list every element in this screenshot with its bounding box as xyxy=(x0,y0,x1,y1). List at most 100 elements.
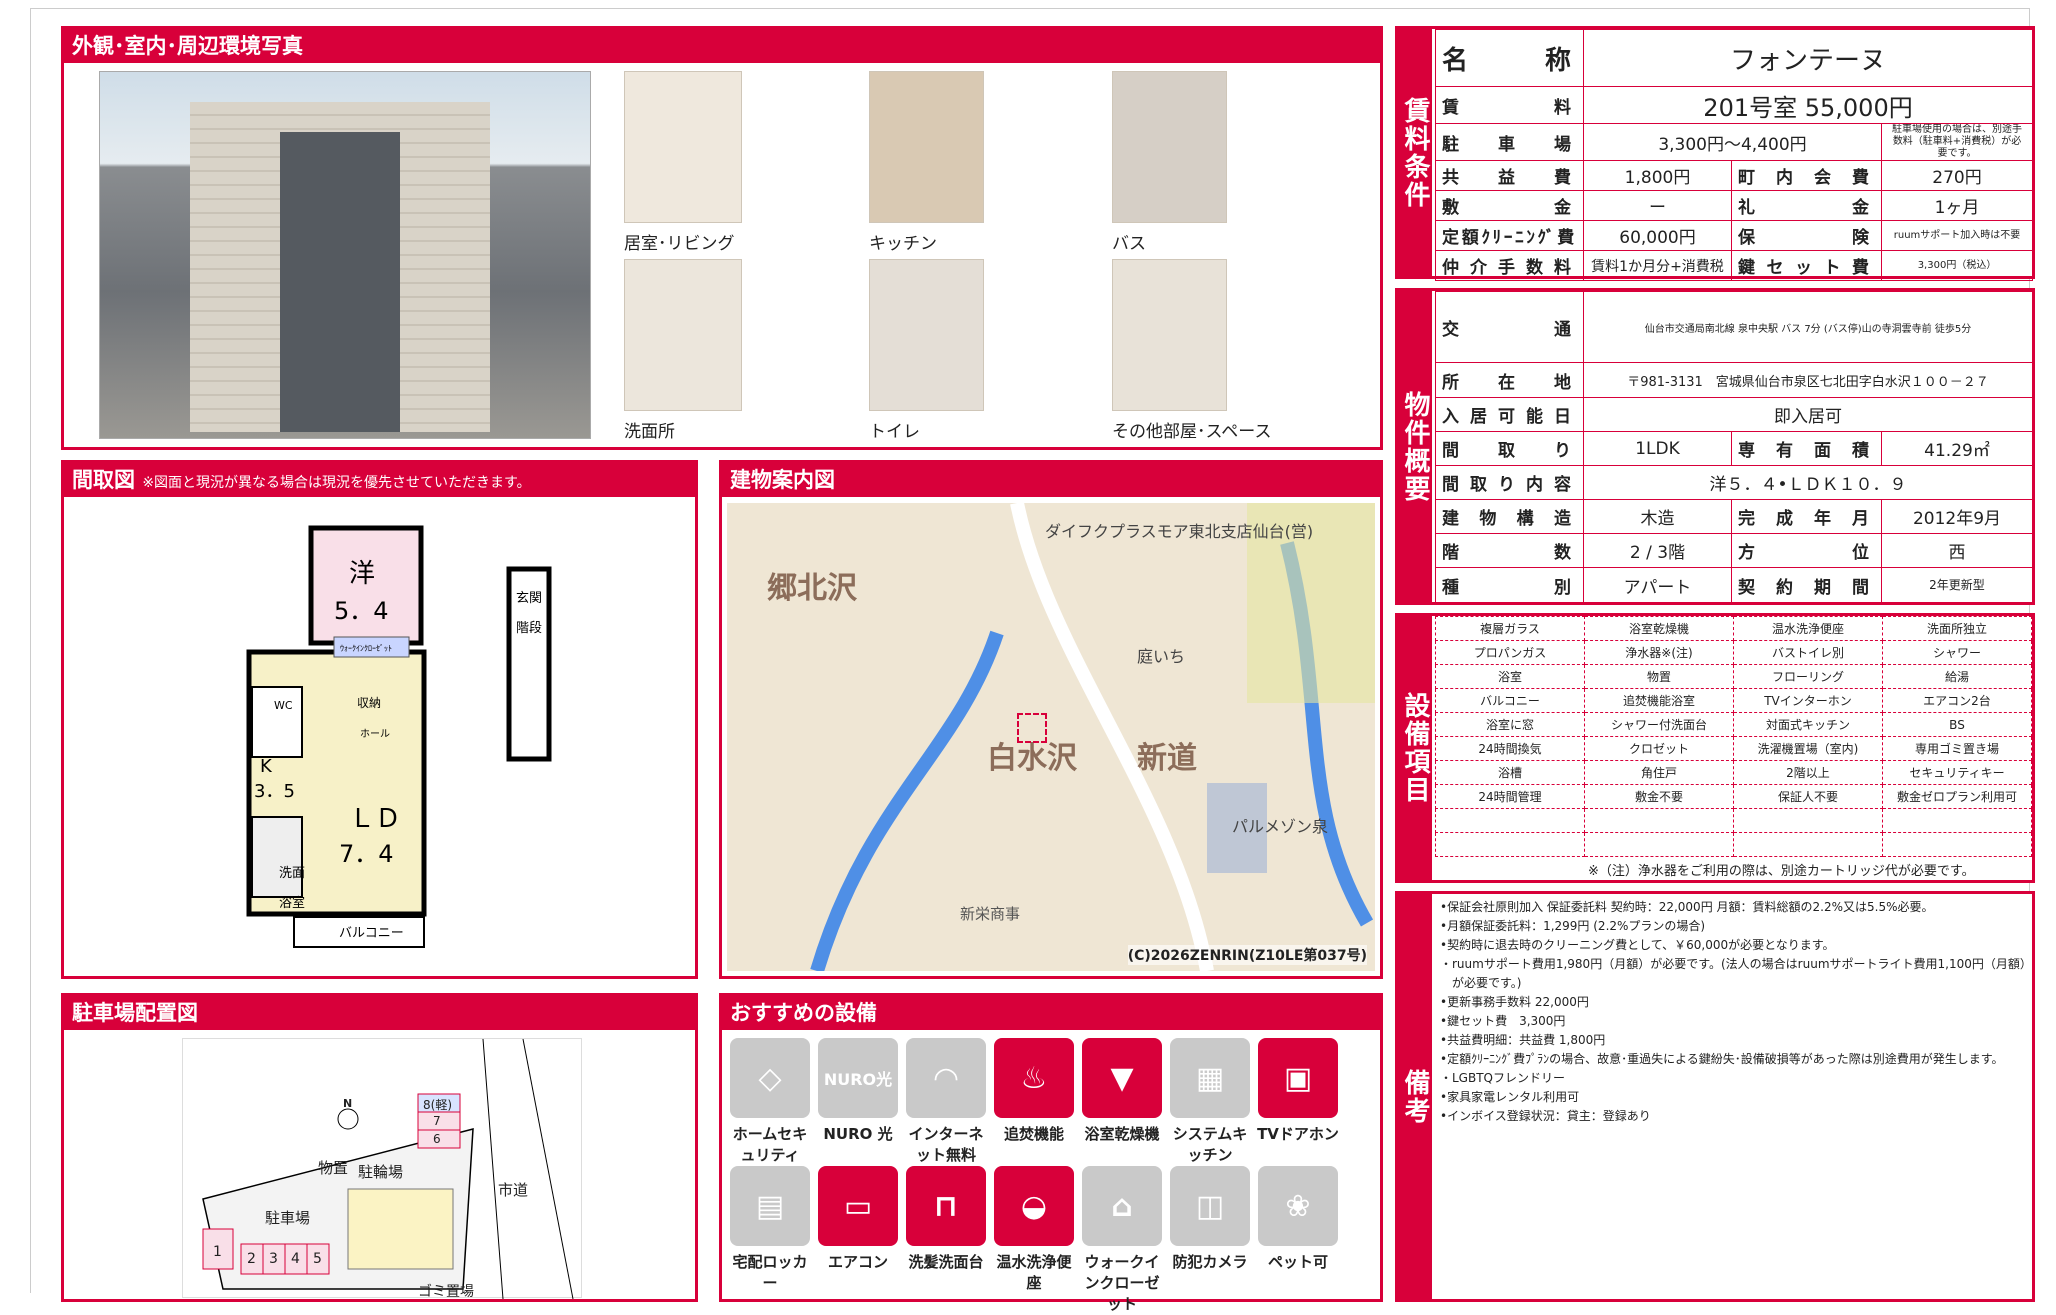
recommend-item-label: 洗髪洗面台 xyxy=(908,1253,984,1271)
overview-table: 交通 仙台市交通局南北線 泉中央駅 バス 7分 (バス停)山の寺洞雲寺前 徒歩5分… xyxy=(1435,291,2033,603)
room-washroom: 洗面 xyxy=(279,866,305,881)
key-money-value: 1ヶ月 xyxy=(1880,190,2034,221)
equipment-panel: 設備項目 複層ガラス 浴室乾燥機 温水洗浄便座 洗面所独立 プロパンガス 浄水器※(注) バ… xyxy=(1395,613,2035,883)
equipment-item: 敷金ゼロプラン利用可 xyxy=(1882,784,2032,809)
room-ld: ＬＤ xyxy=(349,804,401,834)
bath-dryer-icon: ▼ xyxy=(1082,1038,1162,1118)
parking-space-6: 6 xyxy=(433,1132,441,1146)
flyer-page: 外観･室内･周辺環境写真 居室･リビング キッチン バス 洗面所 トイレ その他… xyxy=(30,8,2035,1313)
equipment-item: 専用ゴミ置き場 xyxy=(1882,736,2032,761)
insurance-value: ruumサポート加入時は不要 xyxy=(1880,220,2034,251)
road-label: 市道 xyxy=(498,1181,529,1199)
wifi-icon: ◠ xyxy=(906,1038,986,1118)
association-fee-value: 270円 xyxy=(1880,160,2034,191)
recommend-item-label: インターネット無料 xyxy=(908,1125,984,1164)
remark-line: •インボイス登録状況：貸主：登録あり xyxy=(1440,1109,1651,1123)
remark-line: •保証会社原則加入 保証委託料 契約時：22,000円 月額：賃料総額の2.2%… xyxy=(1440,900,1934,914)
room-k: K xyxy=(260,756,273,777)
equipment-item: 24時間換気 xyxy=(1435,736,1585,761)
equipment-empty-cell xyxy=(1584,808,1734,833)
equipment-empty-cell xyxy=(1733,808,1883,833)
room-entrance: 玄関 xyxy=(516,591,542,606)
key-money-label: 礼金 xyxy=(1731,190,1882,221)
cleaning-fee-label: 定額ｸﾘｰﾆﾝｸﾞ費 xyxy=(1435,220,1584,251)
map-label-daifuku: ダイフクプラスモア東北支店仙台(営) xyxy=(1045,522,1314,541)
insurance-label: 保険 xyxy=(1731,220,1882,251)
recommend-item-label: 追焚機能 xyxy=(1003,1125,1064,1143)
equipment-item: 24時間管理 xyxy=(1435,784,1585,809)
map-marker-icon xyxy=(1017,713,1047,743)
map-label-niwaichi: 庭いち xyxy=(1137,647,1186,666)
overview-title: 物件概要 xyxy=(1398,291,1432,602)
room-bath: 浴室 xyxy=(279,895,305,911)
room-western-size: 5．4 xyxy=(334,597,389,625)
caption-toilet: トイレ xyxy=(869,422,920,442)
parking-title: 駐車場配置図 xyxy=(64,996,695,1030)
equipment-item: 浴室乾燥機 xyxy=(1584,616,1734,641)
equipment-item: バルコニー xyxy=(1435,688,1585,713)
parking-space-3: 3 xyxy=(269,1251,278,1267)
remark-line: •家具家電レンタル利用可 xyxy=(1440,1090,1580,1104)
contract-value: 2年更新型 xyxy=(1881,567,2033,603)
common-fee-value: 1,800円 xyxy=(1583,160,1732,191)
direction-value: 西 xyxy=(1881,533,2033,568)
room-ld-size: 7．4 xyxy=(339,840,394,868)
recommend-item-label: NURO 光 xyxy=(823,1125,893,1143)
parking-map[interactable]: 1 2 3 4 5 6 7 8(軽) 駐車場 駐輪場 物置 市道 ゴミ置場 N xyxy=(182,1038,582,1300)
parking-space-4: 4 xyxy=(291,1251,300,1267)
equipment-item: 給湯 xyxy=(1882,664,2032,689)
recommend-item-label: ウォークインクローゼット xyxy=(1084,1253,1160,1313)
recommend-item-label: 宅配ロッカー xyxy=(732,1253,808,1292)
nuro-icon: NURO光 xyxy=(818,1038,898,1118)
shield-icon: ◇ xyxy=(730,1038,810,1118)
exterior-photo[interactable] xyxy=(99,71,591,439)
photo-living[interactable] xyxy=(624,71,742,223)
equipment-item: 浴槽 xyxy=(1435,760,1585,785)
equipment-item: エアコン2台 xyxy=(1882,688,2032,713)
address-value: 〒981-3131 宮城県仙台市泉区七北田字白水沢１００－２７ xyxy=(1583,362,2033,398)
equipment-empty-cell xyxy=(1882,808,2032,833)
parking-fee-label: 駐車場 xyxy=(1435,123,1584,161)
equipment-item: 追焚機能浴室 xyxy=(1584,688,1734,713)
equipment-item: 浄水器※(注) xyxy=(1584,640,1734,665)
parking-space-1: 1 xyxy=(213,1244,222,1260)
terms-title: 賃料条件 xyxy=(1398,29,1432,276)
photo-bath[interactable] xyxy=(1112,71,1227,223)
built-label: 完成年月 xyxy=(1731,499,1882,534)
equipment-item: シャワー xyxy=(1882,640,2032,665)
room-hall: ホール xyxy=(360,728,390,740)
photo-kitchen[interactable] xyxy=(869,71,984,223)
photo-toilet[interactable] xyxy=(869,259,984,411)
deposit-label: 敷金 xyxy=(1435,190,1584,221)
map-panel: 建物案内図 郷北沢 白水沢 新道 ダイフクプラスモア東北支店仙台(営) 庭いち … xyxy=(719,460,1383,979)
floorplan-note: ※図面と現況が異なる場合は現況を優先させていただきます。 xyxy=(142,475,531,491)
address-label: 所在地 xyxy=(1435,362,1584,398)
caption-kitchen: キッチン xyxy=(869,234,937,254)
floor-value: 2 / 3階 xyxy=(1583,533,1732,568)
broker-fee-value: 賃料1か月分+消費税 xyxy=(1583,250,1732,281)
north-indicator: N xyxy=(343,1097,353,1110)
photos-panel: 外観･室内･周辺環境写真 居室･リビング キッチン バス 洗面所 トイレ その他… xyxy=(61,26,1383,450)
map-label-palmaison: パルメゾン泉 xyxy=(1232,817,1329,836)
floorplan-drawing: 洋 5．4 WC 収納 ホール K 3．5 ＬＤ 7．4 洗面 浴室 バルコニー… xyxy=(246,525,552,948)
equipment-item: 2階以上 xyxy=(1733,760,1883,785)
layout-detail-label: 間取り内容 xyxy=(1435,465,1584,500)
photo-washroom[interactable] xyxy=(624,259,742,411)
equipment-item: 角住戸 xyxy=(1584,760,1734,785)
broker-fee-label: 仲介手数料 xyxy=(1435,250,1584,281)
key-set-value: 3,300円（税込） xyxy=(1880,250,2034,281)
equipment-item: 保証人不要 xyxy=(1733,784,1883,809)
caption-bath: バス xyxy=(1112,234,1146,254)
association-fee-label: 町内会費 xyxy=(1731,160,1882,191)
room-balcony: バルコニー xyxy=(339,926,404,941)
photo-other[interactable] xyxy=(1112,259,1227,411)
equipment-item: プロパンガス xyxy=(1435,640,1585,665)
area-map[interactable]: 郷北沢 白水沢 新道 ダイフクプラスモア東北支店仙台(営) 庭いち パルメゾン泉… xyxy=(727,503,1375,971)
direction-label: 方位 xyxy=(1731,533,1882,568)
built-value: 2012年9月 xyxy=(1881,499,2033,534)
equipment-item: 温水洗浄便座 xyxy=(1733,616,1883,641)
equipment-footnote: ※（注）浄水器をご利用の際は、別途カートリッジ代が必要です。 xyxy=(1588,864,1975,879)
equipment-item: シャワー付洗面台 xyxy=(1584,712,1734,737)
recommend-item-label: ペット可 xyxy=(1267,1253,1328,1271)
equipment-title: 設備項目 xyxy=(1398,616,1432,880)
